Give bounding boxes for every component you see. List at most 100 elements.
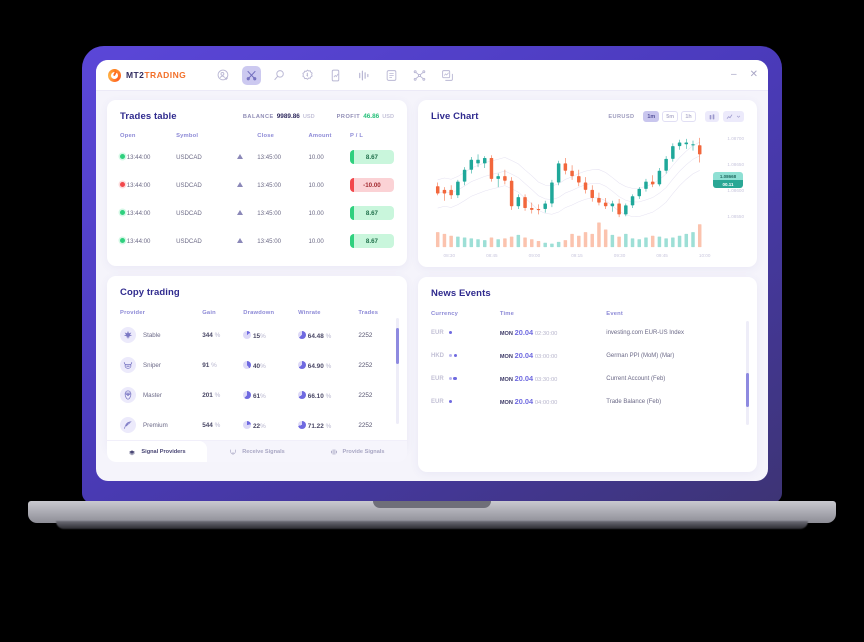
copy-trading-scrollbar[interactable] <box>395 318 399 424</box>
trade-open-time: 13:44:00 <box>126 153 151 161</box>
app-body: Trades table BALANCE 9989.86 USD PROFIT … <box>96 91 768 481</box>
mobile-chart-icon[interactable] <box>326 66 345 85</box>
tools-crossed-icon[interactable] <box>242 65 262 85</box>
notes-icon[interactable] <box>382 66 401 85</box>
status-badge: 8.67 <box>349 150 394 164</box>
news-date: 20.04 <box>514 328 534 337</box>
copy-chart-icon[interactable] <box>438 66 457 85</box>
timeframe-1m[interactable]: 1m <box>643 111 660 122</box>
add-user-icon[interactable] <box>214 66 233 85</box>
status-badge: 8.67 <box>349 206 394 220</box>
news-day: MON <box>499 331 513 337</box>
news-day: MON <box>499 354 513 360</box>
provider-drawdown: 61% <box>243 380 298 410</box>
news-day: MON <box>499 377 513 383</box>
line-chart-dropdown-icon[interactable] <box>723 111 744 122</box>
trade-open-time: 13:44:00 <box>126 209 151 217</box>
impact-dot <box>448 399 452 403</box>
trade-close-time: 13:45:00 <box>257 209 282 217</box>
provider-trades: 2252 <box>358 331 373 339</box>
tab-label: Receive Signals <box>242 448 285 455</box>
live-chart-card: Live Chart EURUSD 1m 5m 1h 1.08700 1.086… <box>418 100 757 267</box>
toolbar-icons <box>214 65 457 85</box>
news-event: Trade Balance (Feb) <box>606 399 662 405</box>
tab-provide-signals[interactable]: Provide Signals <box>307 441 407 462</box>
news-scrollbar[interactable] <box>745 321 749 425</box>
news-events-title: News Events <box>431 288 491 299</box>
balance-value: 9989.86 <box>276 113 300 120</box>
bars-signal-icon[interactable] <box>354 66 373 85</box>
copy-trading-col-header: Gain <box>202 310 216 316</box>
laptop-base <box>28 501 836 523</box>
search-money-icon[interactable] <box>270 66 289 85</box>
laptop-lid: MT2TRADING – ✕ Trades table BALANCE 9989… <box>82 46 782 503</box>
news-time: 03:30:00 <box>534 377 558 383</box>
news-currency: HKD <box>431 353 444 359</box>
timeframe-1h[interactable]: 1h <box>681 111 696 122</box>
candlestick-svg <box>435 137 702 248</box>
trade-symbol: USDCAD <box>176 153 202 161</box>
list-item: Premium 544 % 22% 71.22 % 2252 <box>120 410 394 440</box>
trades-col-header <box>237 122 257 143</box>
table-row: 13:44:00 USDCAD 13:45:00 10.00 8.67 <box>120 227 394 255</box>
news-scroll-thumb[interactable] <box>745 373 749 407</box>
provider-drawdown: 40% <box>243 350 298 380</box>
news-row: EUR MON 20.04 03:30:00 Current Account (F… <box>431 367 744 390</box>
trade-amount: 10.00 <box>308 181 324 189</box>
chart-y-tick: 1.08650 <box>727 162 744 167</box>
trade-status-dot <box>120 153 125 159</box>
trade-pl-cell: 8.67 <box>349 227 394 255</box>
news-time-cell: MON 20.04 03:30:00 <box>500 367 606 390</box>
timeframe-group: 1m 5m 1h <box>643 111 696 122</box>
provider-name: Sniper <box>143 361 161 369</box>
current-price-tag: 1.08668 00.11 <box>713 172 743 188</box>
trade-direction-icon <box>237 143 257 171</box>
provider-gain: 201 % <box>202 391 221 399</box>
chart-x-tick: 10:00 <box>698 253 711 258</box>
provider-trades: 2252 <box>358 421 373 429</box>
minimize-button[interactable]: – <box>731 70 737 80</box>
tab-receive-signals[interactable]: Receive Signals <box>207 441 307 462</box>
trade-open-cell: 13:44:00 <box>120 171 176 199</box>
logo-secondary: TRADING <box>144 70 187 80</box>
price-chart[interactable]: 1.08700 1.08650 1.08600 1.08550 08:30 08:45 0… <box>431 128 744 258</box>
profit-currency: USD <box>382 114 394 120</box>
news-col-header: Event <box>606 311 624 317</box>
laptop-screen: MT2TRADING – ✕ Trades table BALANCE 9989… <box>96 60 768 481</box>
profit-label: PROFIT <box>336 114 361 120</box>
provider-name: Stable <box>143 331 161 339</box>
provider-gain: 344 % <box>202 331 221 339</box>
trades-col-header: Amount <box>308 133 332 139</box>
tab-label: Provide Signals <box>342 448 385 455</box>
tab-label: Signal Providers <box>141 448 186 455</box>
trade-symbol: USDCAD <box>176 209 202 217</box>
provider-cell: Master <box>120 380 202 410</box>
laptop-foot-shadow <box>56 521 808 529</box>
dollar-badge-icon[interactable] <box>298 66 317 85</box>
news-currency: EUR <box>431 399 444 405</box>
trade-open-cell: 13:44:00 <box>120 143 176 171</box>
page-title: Trades table <box>120 111 177 122</box>
news-currency: EUR <box>431 330 444 336</box>
copy-trading-scroll-thumb[interactable] <box>395 328 399 364</box>
impact-dot <box>448 330 452 334</box>
news-currency-cell: EUR <box>431 367 500 390</box>
copy-trading-card: Copy trading Provider Gain Drawdown Winrate… <box>107 276 407 462</box>
news-event: German PPI (MoM) (Mar) <box>606 353 675 359</box>
close-button[interactable]: ✕ <box>750 70 758 80</box>
candlestick-toggle-icon[interactable] <box>705 111 719 122</box>
trades-col-header: P / L <box>349 133 364 139</box>
network-nodes-icon[interactable] <box>410 66 429 85</box>
timeframe-5m[interactable]: 5m <box>662 111 678 122</box>
status-badge: 8.67 <box>349 234 394 248</box>
tab-signal-providers[interactable]: Signal Providers <box>107 441 207 462</box>
news-day: MON <box>499 400 513 406</box>
provider-cell: Stable <box>120 320 202 350</box>
copy-trading-table: Provider Gain Drawdown Winrate Trades Stable… <box>120 298 394 440</box>
live-chart-title: Live Chart <box>431 111 479 122</box>
news-currency-cell: EUR <box>431 321 500 344</box>
news-time: 03:00:00 <box>534 354 558 360</box>
chart-symbol: EURUSD <box>608 113 635 120</box>
news-row: EUR MON 20.04 04:00:00 Trade Balance (Feb… <box>431 390 744 413</box>
trade-symbol: USDCAD <box>176 181 202 189</box>
